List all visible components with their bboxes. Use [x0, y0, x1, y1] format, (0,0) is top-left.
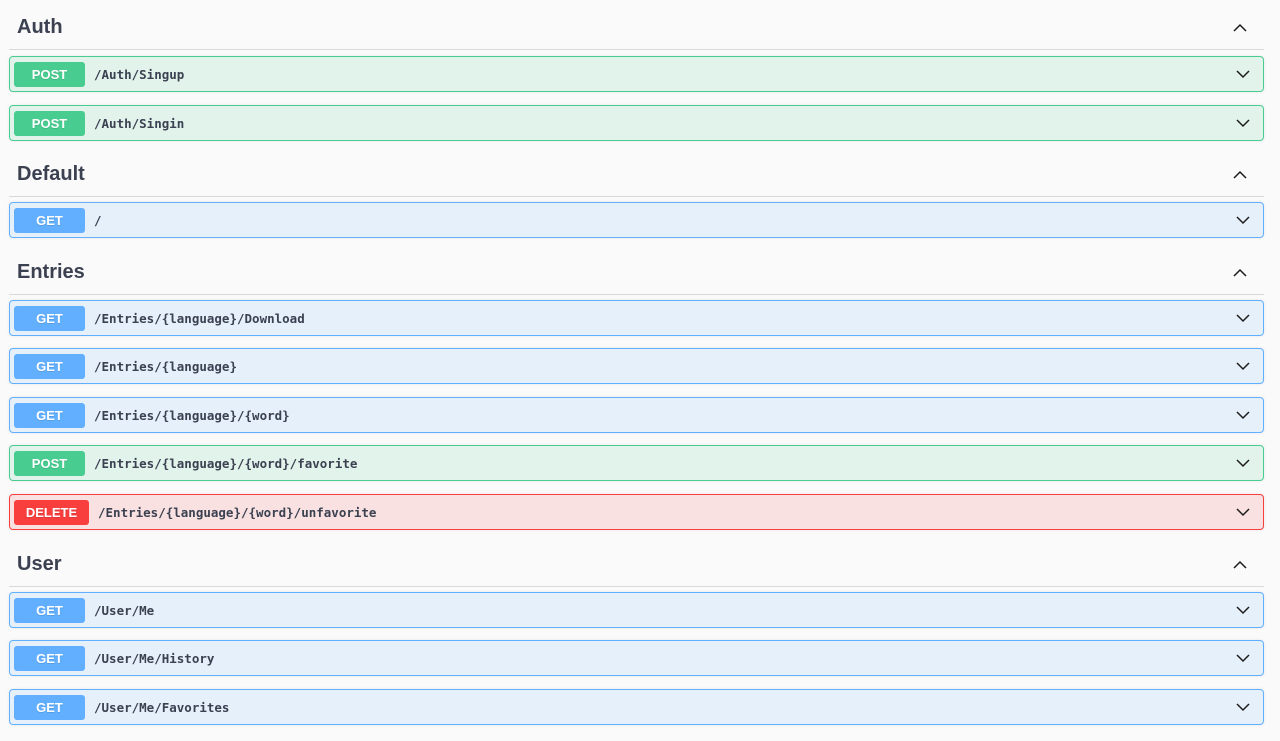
operation-row[interactable]: GET /Entries/{language}/{word} [9, 397, 1264, 433]
method-badge: GET [14, 694, 85, 720]
chevron-up-icon[interactable] [1230, 165, 1250, 185]
chevron-up-icon[interactable] [1230, 18, 1250, 38]
chevron-down-icon[interactable] [1233, 453, 1253, 473]
method-badge: POST [14, 450, 85, 476]
operation-row[interactable]: POST /Entries/{language}/{word}/favorite [9, 445, 1264, 481]
operation-row[interactable]: GET /User/Me/History [9, 640, 1264, 676]
chevron-down-icon[interactable] [1233, 648, 1253, 668]
tag-section-entries[interactable]: Entries [9, 251, 1264, 295]
method-badge: GET [14, 305, 85, 331]
operation-row[interactable]: GET /Entries/{language}/Download [9, 300, 1264, 336]
operation-path[interactable]: /Auth/Singup [94, 67, 1233, 82]
operation-row[interactable]: POST /Auth/Singup [9, 56, 1264, 92]
operation-path[interactable]: /Entries/{language} [94, 359, 1233, 374]
method-badge: GET [14, 402, 85, 428]
operation-row[interactable]: GET /User/Me [9, 592, 1264, 628]
chevron-down-icon[interactable] [1233, 697, 1253, 717]
tag-section-auth[interactable]: Auth [9, 6, 1264, 50]
chevron-down-icon[interactable] [1233, 113, 1253, 133]
operation-path[interactable]: /User/Me [94, 603, 1233, 618]
operation-row[interactable]: GET /Entries/{language} [9, 348, 1264, 384]
tag-title: Auth [17, 16, 63, 38]
chevron-up-icon[interactable] [1230, 263, 1250, 283]
tag-title: User [17, 553, 62, 575]
chevron-down-icon[interactable] [1233, 600, 1253, 620]
chevron-down-icon[interactable] [1233, 64, 1253, 84]
operation-path[interactable]: /User/Me/Favorites [94, 700, 1233, 715]
method-badge: GET [14, 645, 85, 671]
tag-title: Default [17, 163, 85, 185]
method-badge: POST [14, 61, 85, 87]
method-badge: GET [14, 207, 85, 233]
tag-section-user[interactable]: User [9, 543, 1264, 587]
method-badge: DELETE [14, 499, 89, 525]
operation-path[interactable]: /Entries/{language}/Download [94, 311, 1233, 326]
chevron-down-icon[interactable] [1233, 356, 1253, 376]
operation-row[interactable]: GET /User/Me/Favorites [9, 689, 1264, 725]
chevron-down-icon[interactable] [1233, 405, 1253, 425]
tag-section-default[interactable]: Default [9, 153, 1264, 197]
operation-row[interactable]: GET / [9, 202, 1264, 238]
operation-path[interactable]: /Entries/{language}/{word}/favorite [94, 456, 1233, 471]
operation-path[interactable]: /Entries/{language}/{word} [94, 408, 1233, 423]
chevron-up-icon[interactable] [1230, 555, 1250, 575]
operation-row[interactable]: DELETE /Entries/{language}/{word}/unfavo… [9, 494, 1264, 530]
operation-path[interactable]: /User/Me/History [94, 651, 1233, 666]
method-badge: POST [14, 110, 85, 136]
operation-path[interactable]: / [94, 213, 1233, 228]
operation-row[interactable]: POST /Auth/Singin [9, 105, 1264, 141]
operation-path[interactable]: /Auth/Singin [94, 116, 1233, 131]
chevron-down-icon[interactable] [1233, 308, 1253, 328]
chevron-down-icon[interactable] [1233, 210, 1253, 230]
method-badge: GET [14, 353, 85, 379]
tag-title: Entries [17, 261, 85, 283]
method-badge: GET [14, 597, 85, 623]
chevron-down-icon[interactable] [1233, 502, 1253, 522]
swagger-operations-list: Auth POST /Auth/Singup POST /Auth/Singin… [0, 0, 1280, 741]
operation-path[interactable]: /Entries/{language}/{word}/unfavorite [98, 505, 1233, 520]
